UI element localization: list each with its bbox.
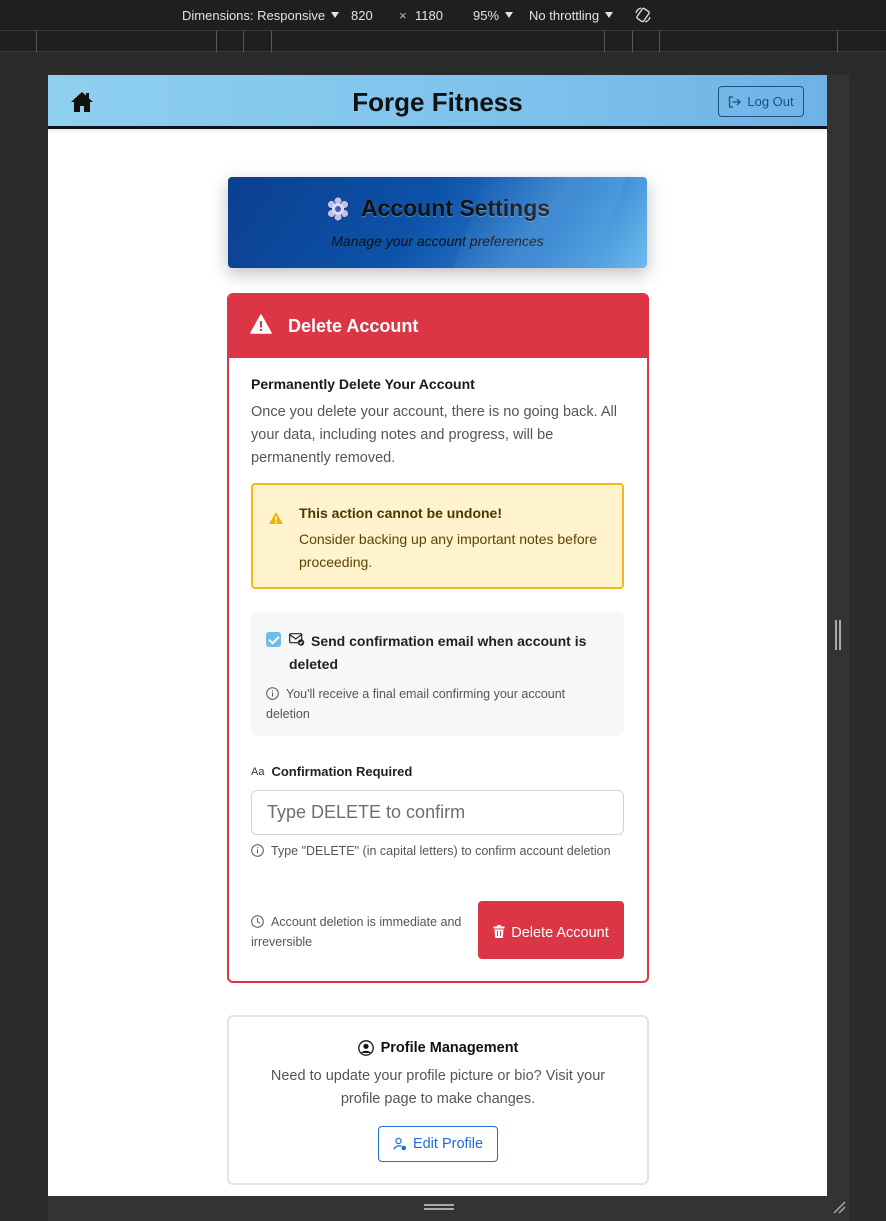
logout-button[interactable]: Log Out <box>718 86 804 117</box>
section-description: Once you delete your account, there is n… <box>251 404 617 466</box>
warning-triangle-icon <box>250 314 272 334</box>
main-content: Account Settings Manage your account pre… <box>48 132 827 1196</box>
alert-title: This action cannot be undone! <box>299 505 502 521</box>
section-title: Permanently Delete Your Account <box>251 376 475 392</box>
email-confirmation-option: Send confirmation email when account is … <box>251 612 624 736</box>
dimensions-dropdown[interactable]: Dimensions: Responsive <box>182 8 340 23</box>
chevron-down-icon <box>331 12 340 18</box>
logout-label: Log Out <box>747 94 794 109</box>
confirmation-label-row: Aa Confirmation Required <box>251 764 412 779</box>
warning-alert: This action cannot be undone! Consider b… <box>251 483 624 589</box>
warning-triangle-icon <box>269 512 283 524</box>
app-title: Forge Fitness <box>352 87 523 117</box>
chevron-down-icon <box>505 12 514 18</box>
times-separator: × <box>399 8 407 23</box>
throttling-dropdown[interactable]: No throttling <box>529 8 614 23</box>
alert-text: Consider backing up any important notes … <box>299 531 598 570</box>
logout-icon <box>729 95 742 108</box>
zoom-label: 95% <box>473 8 500 23</box>
profile-management-title: Profile Management <box>380 1040 519 1056</box>
email-confirmation-label[interactable]: Send confirmation email when account is … <box>289 630 609 676</box>
rotate-icon[interactable] <box>634 6 652 24</box>
page-title: Account Settings <box>360 195 551 221</box>
width-input[interactable]: 820 <box>351 8 373 23</box>
chevron-down-icon <box>605 12 614 18</box>
throttling-label: No throttling <box>529 8 600 23</box>
delete-account-heading: Delete Account <box>288 316 419 336</box>
delete-confirmation-input[interactable] <box>251 790 624 835</box>
devtools-toolbar: Dimensions: Responsive 820 × 1180 95% No… <box>0 0 886 31</box>
resize-corner-icon[interactable] <box>832 1200 846 1214</box>
height-input[interactable]: 1180 <box>415 8 443 23</box>
user-gear-icon <box>393 1137 407 1151</box>
profile-management-card: Profile Management Need to update your p… <box>227 1015 649 1185</box>
viewport: Forge Fitness Log Out Account Settings M… <box>48 75 827 1196</box>
delete-account-card: Delete Account Permanently Delete Your A… <box>227 293 649 983</box>
irreversible-note: Account deletion is immediate and irreve… <box>251 915 462 949</box>
zoom-dropdown[interactable]: 95% <box>473 8 514 23</box>
media-query-ruler <box>0 31 886 52</box>
app-header: Forge Fitness Log Out <box>48 75 827 129</box>
edit-profile-label: Edit Profile <box>412 1136 484 1152</box>
email-help-text: You'll receive a final email confirming … <box>266 687 566 721</box>
resize-handle-right[interactable] <box>835 620 841 650</box>
text-icon: Aa <box>251 765 265 778</box>
page-subtitle: Manage your account preferences <box>331 233 544 249</box>
email-confirmation-checkbox[interactable] <box>266 632 281 647</box>
dimensions-label: Dimensions: Responsive <box>182 8 326 23</box>
confirmation-label: Confirmation Required <box>271 764 413 779</box>
confirmation-help-text: Type "DELETE" (in capital letters) to co… <box>271 844 611 858</box>
profile-management-text: Need to update your profile picture or b… <box>270 1068 606 1107</box>
edit-profile-button[interactable]: Edit Profile <box>378 1126 498 1162</box>
trash-icon <box>493 924 505 938</box>
delete-account-button[interactable]: Delete Account <box>478 901 624 959</box>
settings-hero: Account Settings Manage your account pre… <box>228 177 647 268</box>
user-circle-icon <box>357 1040 374 1056</box>
delete-button-label: Delete Account <box>511 924 609 941</box>
gear-icon <box>327 196 349 221</box>
delete-account-header: Delete Account <box>229 295 647 358</box>
resize-handle-bottom[interactable] <box>424 1204 454 1210</box>
